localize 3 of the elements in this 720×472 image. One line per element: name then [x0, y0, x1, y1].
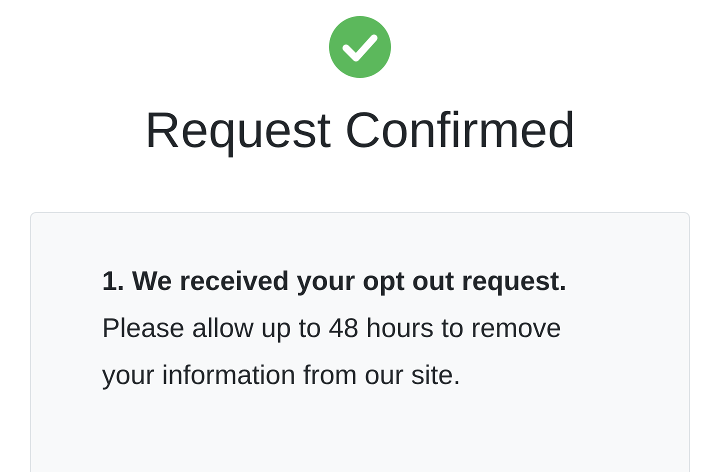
check-circle-icon — [329, 16, 391, 78]
page-title: Request Confirmed — [144, 101, 576, 160]
step-text: 1. We received your opt out request. Please allow up to 48 hours to remove your information from our site. — [102, 265, 568, 392]
